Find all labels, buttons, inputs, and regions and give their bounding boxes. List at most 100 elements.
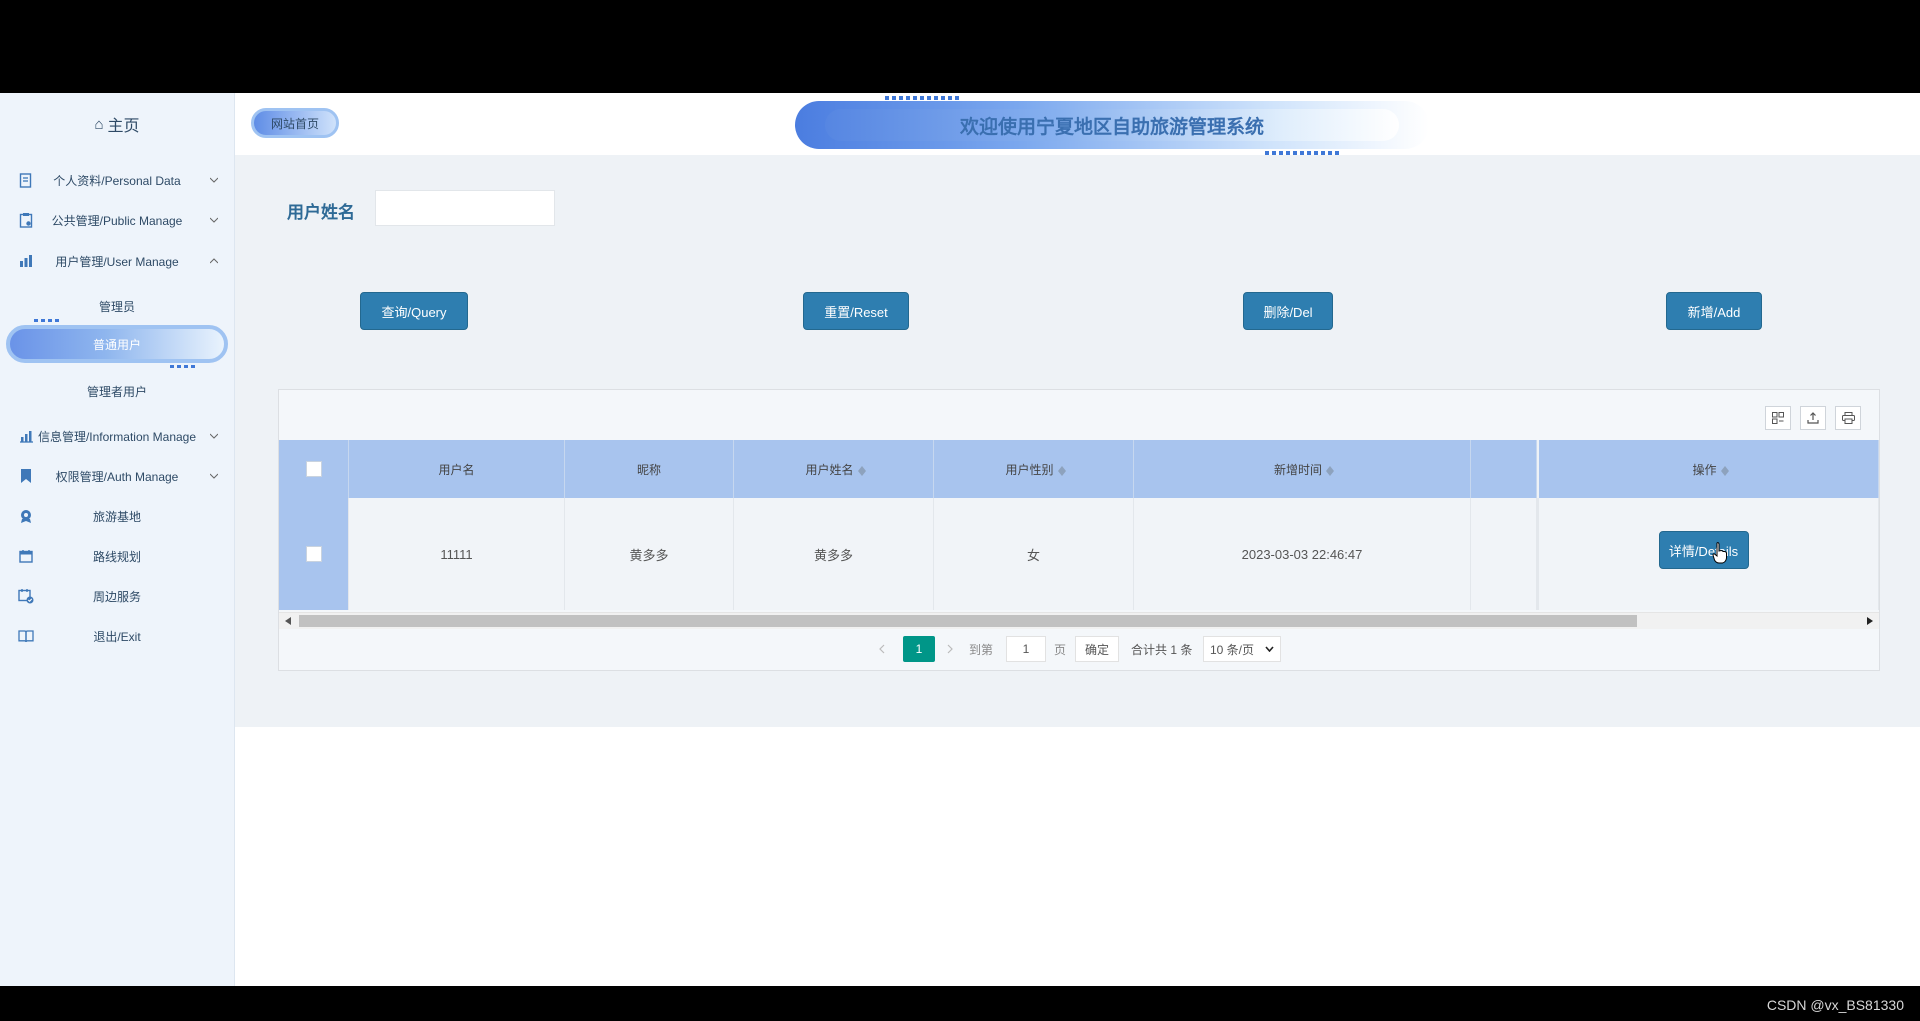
cell-actions: 详情/Details: [1537, 498, 1879, 610]
sub-item-label: 管理者用户: [86, 384, 147, 399]
cell-name: 黄多多: [734, 498, 934, 610]
sidebar: ⌂ 主页 个人资料/Personal Data 公共管理/Public Mana…: [0, 93, 235, 986]
menu-travel-base[interactable]: 旅游基地: [0, 499, 234, 533]
menu-label: 权限管理/Auth Manage: [55, 469, 179, 484]
home-link[interactable]: ⌂ 主页: [0, 93, 234, 155]
cell-gender: 女: [934, 498, 1134, 610]
th-blank: [1471, 440, 1537, 498]
page-unit-label: 页: [1054, 642, 1067, 657]
bar-chart-icon: [18, 428, 34, 444]
badge-icon: [18, 508, 34, 524]
th-name[interactable]: 用户姓名: [734, 440, 934, 498]
app-screen: ⌂ 主页 个人资料/Personal Data 公共管理/Public Mana…: [0, 93, 1920, 986]
sub-item-normal-user[interactable]: 普通用户: [6, 319, 228, 368]
sub-item-admin[interactable]: 管理员: [0, 291, 234, 321]
chevron-down-icon: [210, 217, 218, 223]
menu-information-manage[interactable]: 信息管理/Information Manage: [0, 419, 234, 453]
hand-cursor-icon: [1712, 542, 1727, 564]
menu-user-manage[interactable]: 用户管理/User Manage: [0, 244, 234, 278]
dots-decoration: [34, 319, 62, 322]
menu-route-plan[interactable]: 路线规划: [0, 539, 234, 573]
print-icon[interactable]: [1835, 406, 1861, 430]
total-count: 合计共 1 条: [1131, 642, 1193, 657]
home-icon: ⌂: [94, 115, 104, 133]
menu-label: 公共管理/Public Manage: [51, 213, 183, 228]
select-all-checkbox[interactable]: [305, 461, 322, 477]
cell-nickname: 黄多多: [565, 498, 734, 610]
delete-button[interactable]: 删除/Del: [1243, 292, 1333, 330]
clipboard-icon: [18, 212, 34, 228]
cell-created-time: 2023-03-03 22:46:47: [1134, 498, 1471, 610]
calendar-icon: [18, 548, 34, 564]
sub-item-manager-user[interactable]: 管理者用户: [0, 376, 234, 406]
header-select-all-cell: [279, 440, 349, 498]
goto-page-input[interactable]: 1: [1006, 636, 1046, 662]
th-gender[interactable]: 用户性别: [934, 440, 1134, 498]
top-header: 网站首页 欢迎使用宁夏地区自助旅游管理系统: [235, 93, 1920, 155]
add-button[interactable]: 新增/Add: [1666, 292, 1762, 330]
cell-blank: [1471, 498, 1537, 610]
sub-item-label: 管理员: [98, 299, 135, 314]
th-nickname[interactable]: 昵称: [565, 440, 734, 498]
page-1-button[interactable]: 1: [903, 636, 935, 662]
th-created-time[interactable]: 新增时间: [1134, 440, 1471, 498]
th-actions[interactable]: 操作: [1537, 440, 1879, 498]
menu-label: 旅游基地: [92, 509, 141, 524]
details-button[interactable]: 详情/Details: [1658, 531, 1749, 569]
pagination: 1 到第 1 页 确定 合计共 1 条 10 条/页: [279, 636, 1879, 666]
menu-exit[interactable]: 退出/Exit: [0, 619, 234, 653]
menu-label: 退出/Exit: [93, 629, 141, 644]
page-size-select[interactable]: 10 条/页: [1203, 636, 1281, 662]
reset-button[interactable]: 重置/Reset: [803, 292, 909, 330]
calendar-check-icon: [18, 588, 34, 604]
menu-label: 路线规划: [92, 549, 141, 564]
dots-decoration: [170, 365, 198, 368]
page-size-value: 10 条/页: [1210, 642, 1255, 657]
sub-item-label: 普通用户: [92, 337, 141, 352]
chevron-down-icon: [210, 177, 218, 183]
csdn-watermark: CSDN @vx_BS81330: [1766, 997, 1904, 1013]
row-select-cell: [279, 498, 349, 610]
profile-doc-icon: [18, 172, 34, 188]
next-page-icon[interactable]: [947, 636, 953, 662]
system-title: 欢迎使用宁夏地区自助旅游管理系统: [825, 109, 1399, 141]
menu-label: 周边服务: [92, 589, 141, 604]
confirm-goto-button[interactable]: 确定: [1075, 636, 1119, 662]
chevron-down-icon: [1265, 646, 1274, 652]
user-name-search-input[interactable]: [375, 190, 555, 226]
book-open-icon: [18, 628, 34, 644]
dots-decoration: [885, 96, 961, 100]
title-banner: 欢迎使用宁夏地区自助旅游管理系统: [795, 96, 1429, 155]
bookmark-icon: [18, 468, 34, 484]
menu-auth-manage[interactable]: 权限管理/Auth Manage: [0, 459, 234, 493]
export-icon[interactable]: [1800, 406, 1826, 430]
main-content: 用户姓名 查询/Query 重置/Reset 删除/Del 新增/Add 用户名…: [235, 155, 1920, 727]
menu-label: 个人资料/Personal Data: [53, 173, 181, 188]
menu-label: 用户管理/User Manage: [55, 254, 179, 269]
chevron-down-icon: [210, 473, 218, 479]
menu-personal-data[interactable]: 个人资料/Personal Data: [0, 163, 234, 197]
site-home-label: 网站首页: [270, 116, 319, 131]
scroll-left-icon[interactable]: [285, 617, 291, 625]
horizontal-scrollbar[interactable]: [279, 612, 1879, 629]
chevron-down-icon: [210, 433, 218, 439]
menu-public-manage[interactable]: 公共管理/Public Manage: [0, 203, 234, 237]
data-table-card: 用户名 昵称 用户姓名 用户性别 新增时间 操作 11111 黄多多 黄多多 女…: [278, 389, 1880, 671]
prev-page-icon[interactable]: [879, 636, 885, 662]
chevron-up-icon: [210, 258, 218, 264]
menu-label: 信息管理/Information Manage: [37, 429, 197, 444]
goto-label: 到第: [969, 642, 994, 657]
scroll-right-icon[interactable]: [1867, 617, 1873, 625]
menu-nearby-service[interactable]: 周边服务: [0, 579, 234, 613]
th-username[interactable]: 用户名: [349, 440, 565, 498]
home-label: 主页: [107, 118, 140, 135]
query-button[interactable]: 查询/Query: [360, 292, 468, 330]
table-header-row: 用户名 昵称 用户姓名 用户性别 新增时间 操作: [279, 440, 1879, 498]
users-chart-icon: [18, 253, 34, 269]
site-home-button[interactable]: 网站首页: [251, 108, 339, 138]
column-filter-icon[interactable]: [1765, 406, 1791, 430]
search-label: 用户姓名: [287, 203, 355, 222]
scrollbar-thumb[interactable]: [299, 615, 1637, 627]
cell-username: 11111: [349, 498, 565, 610]
row-checkbox[interactable]: [305, 546, 322, 562]
